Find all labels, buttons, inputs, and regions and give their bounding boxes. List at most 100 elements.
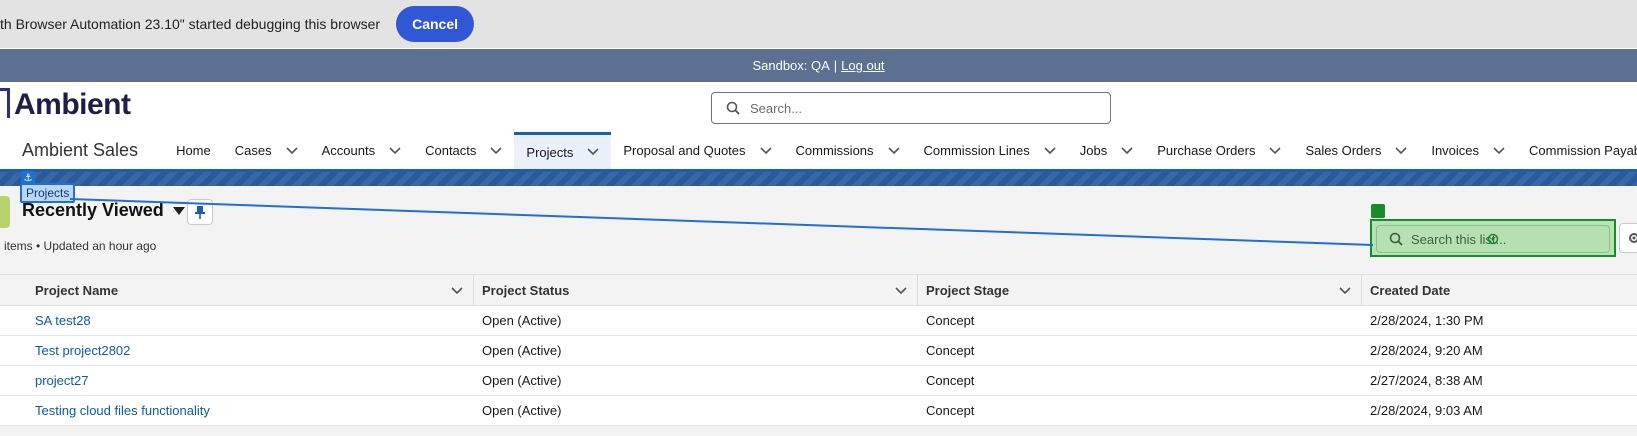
nav-tab-label: Home (176, 143, 211, 158)
app-name: Ambient Sales (22, 140, 139, 160)
chevron-down-icon[interactable] (1339, 287, 1351, 295)
nav-tab-cases[interactable]: Cases (223, 132, 310, 169)
column-header-created-date[interactable]: Created Date (1362, 275, 1637, 305)
chevron-down-icon[interactable] (389, 146, 401, 155)
company-logo[interactable]: Ambient (14, 88, 131, 122)
nav-tab-commission-lines[interactable]: Commission Lines (912, 132, 1068, 169)
nav-tab-label: Jobs (1079, 143, 1108, 158)
column-header-label: Project Stage (926, 282, 1010, 298)
sandbox-label: Sandbox: QA (752, 58, 830, 73)
search-icon (726, 101, 740, 115)
debugging-message: th Browser Automation 23.10" started deb… (0, 16, 381, 32)
list-settings-button[interactable] (1619, 223, 1637, 253)
chevron-down-icon[interactable] (759, 146, 772, 155)
chevron-down-icon[interactable] (1269, 146, 1282, 155)
cell-value: Open (Active) (482, 403, 562, 418)
table-row: project27 Open (Active) Concept 2/27/2024, … (0, 366, 1637, 396)
table-row: Test project2802 Open (Active) Concept 2/28… (0, 336, 1637, 366)
cell-value: Concept (926, 343, 975, 358)
table-row: Testing cloud files functionality Open (A… (0, 396, 1637, 426)
cell-value: 2/27/2024, 8:38 AM (1370, 373, 1483, 388)
nav-tab-projects[interactable]: Projects (514, 132, 612, 169)
list-view-title: Recently Viewed (22, 200, 164, 220)
table-cell: Open (Active) (474, 396, 918, 425)
column-header-project-status[interactable]: Project Status (474, 275, 918, 305)
table-row: SA test28 Open (Active) Concept 2/28/2024, … (0, 306, 1637, 336)
projects-object-icon (0, 196, 10, 228)
project-name-link[interactable]: project27 (35, 373, 88, 388)
cell-value: Open (Active) (482, 373, 562, 388)
chevron-down-icon[interactable] (286, 146, 298, 155)
nav-tab-label: Sales Orders (1305, 143, 1382, 158)
chevron-down-icon[interactable] (490, 146, 502, 155)
nav-tab-contacts[interactable]: Contacts (413, 132, 514, 169)
sandbox-banner: Sandbox: QA | Log out (0, 49, 1637, 82)
nav-tab-purchase-orders[interactable]: Purchase Orders (1145, 132, 1293, 169)
cell-value: Concept (926, 373, 975, 388)
chevron-down-icon[interactable] (1395, 146, 1407, 155)
cell-value: Concept (926, 313, 975, 328)
nav-tab-commission-payables[interactable]: Commission Payables (1517, 132, 1637, 169)
table-cell: Testing cloud files functionality (0, 396, 474, 425)
global-search-input[interactable] (750, 100, 1090, 116)
nav-tab-proposal-and-quotes[interactable]: Proposal and Quotes (611, 132, 783, 169)
cell-value: 2/28/2024, 1:30 PM (1370, 313, 1484, 328)
global-search-box[interactable] (711, 92, 1111, 124)
target-icon (1371, 204, 1385, 218)
nav-tab-label: Accounts (321, 143, 376, 158)
chevron-down-icon[interactable] (1493, 146, 1505, 155)
nav-tab-label: Contacts (425, 143, 477, 158)
column-header-project-name[interactable]: Project Name (0, 275, 474, 305)
projects-table: Project Name Project Status Project Stage C… (0, 274, 1637, 426)
column-header-label: Created Date (1370, 282, 1451, 298)
nav-tab-home[interactable]: Home (164, 132, 223, 169)
chevron-down-icon[interactable] (451, 287, 463, 295)
chevron-down-icon[interactable] (1121, 146, 1133, 155)
pin-list-button[interactable] (187, 199, 213, 225)
nav-tab-label: Cases (234, 143, 272, 158)
search-icon (1389, 232, 1403, 246)
gear-icon (1629, 233, 1637, 243)
locator-icon (1487, 233, 1499, 245)
nav-tab-label: Invoices (1431, 143, 1480, 158)
project-name-link[interactable]: Test project2802 (35, 343, 130, 358)
nav-tab-invoices[interactable]: Invoices (1419, 132, 1517, 169)
cancel-debugging-button[interactable]: Cancel (396, 6, 474, 42)
table-cell: Concept (918, 336, 1362, 365)
sandbox-separator: | (833, 58, 838, 73)
column-header-project-stage[interactable]: Project Stage (918, 275, 1362, 305)
nav-tab-commissions[interactable]: Commissions (784, 132, 912, 169)
nav-tab-label: Commission Payables (1529, 143, 1637, 158)
chevron-down-icon[interactable] (587, 148, 599, 156)
nav-tab-jobs[interactable]: Jobs (1068, 132, 1145, 169)
table-cell: 2/28/2024, 9:20 AM (1362, 336, 1637, 365)
list-view-selector[interactable]: Recently Viewed (22, 200, 186, 221)
table-cell: Concept (918, 306, 1362, 335)
chevron-down-icon[interactable] (887, 146, 900, 155)
nav-tab-accounts[interactable]: Accounts (310, 132, 413, 169)
table-cell: 2/28/2024, 1:30 PM (1362, 306, 1637, 335)
nav-tab-label: Commission Lines (923, 143, 1030, 158)
table-cell: Concept (918, 366, 1362, 395)
chevron-down-icon[interactable] (895, 287, 907, 295)
app-navigation: Ambient Sales Home Cases Accounts Contacts P… (0, 132, 1637, 172)
logout-link[interactable]: Log out (841, 58, 884, 73)
cell-value: 2/28/2024, 9:03 AM (1370, 403, 1483, 418)
table-cell: 2/28/2024, 9:03 AM (1362, 396, 1637, 425)
table-cell: Concept (918, 396, 1362, 425)
decorative-banner (0, 172, 1637, 186)
table-cell: Open (Active) (474, 306, 918, 335)
table-cell: project27 (0, 366, 474, 395)
project-name-link[interactable]: Testing cloud files functionality (35, 403, 210, 418)
column-header-label: Project Status (482, 282, 570, 298)
table-header: Project Name Project Status Project Stage C… (0, 274, 1637, 306)
table-cell: Test project2802 (0, 336, 474, 365)
table-cell: SA test28 (0, 306, 474, 335)
table-cell: Open (Active) (474, 366, 918, 395)
project-name-link[interactable]: SA test28 (35, 313, 91, 328)
nav-tab-sales-orders[interactable]: Sales Orders (1293, 132, 1419, 169)
table-body: SA test28 Open (Active) Concept 2/28/2024, … (0, 306, 1637, 426)
caret-down-icon (172, 206, 185, 215)
chevron-down-icon[interactable] (1044, 146, 1056, 155)
pin-icon (195, 206, 205, 219)
